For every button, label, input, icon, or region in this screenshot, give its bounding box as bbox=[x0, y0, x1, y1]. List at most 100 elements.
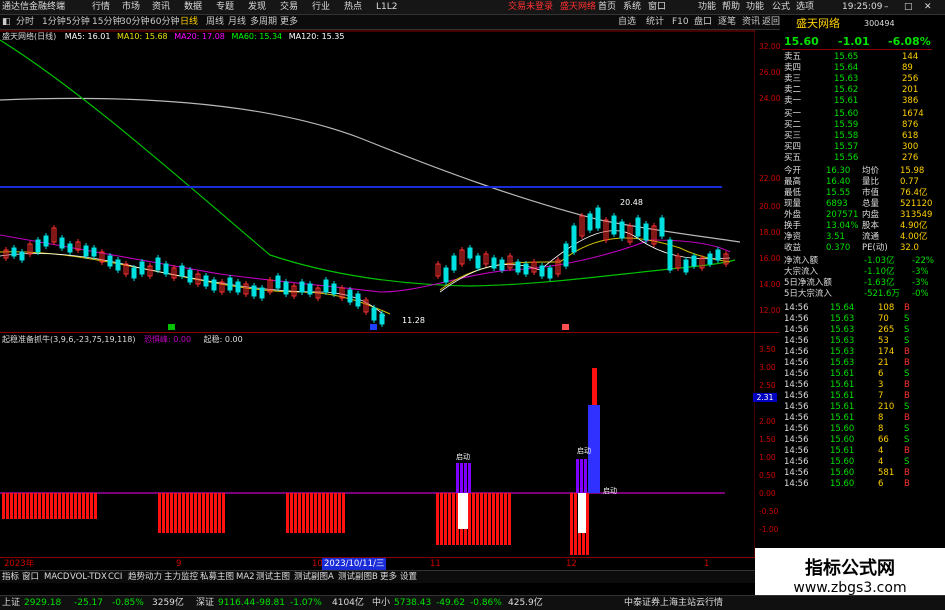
period-6-active[interactable]: 日线 bbox=[180, 16, 198, 28]
right-menu-3[interactable]: 功能 bbox=[698, 1, 716, 13]
tab-4[interactable]: CCI bbox=[108, 571, 122, 583]
broker-label[interactable]: 交易未登录 bbox=[508, 1, 553, 13]
period-3[interactable]: 15分钟 bbox=[92, 16, 121, 28]
tick-volume: 8 bbox=[878, 413, 884, 423]
bid-label: 买五 bbox=[784, 153, 802, 163]
right-menu-0[interactable]: 首页 bbox=[598, 1, 616, 13]
negative-bar bbox=[34, 493, 37, 519]
menu-item-6[interactable]: 交易 bbox=[280, 1, 298, 13]
tick-time: 14:56 bbox=[784, 380, 809, 390]
maximize-icon[interactable]: □ bbox=[904, 1, 913, 13]
menu-item-2[interactable]: 资讯 bbox=[152, 1, 170, 13]
tab-8[interactable]: MA2 bbox=[236, 571, 255, 583]
high-annotation: 20.48 bbox=[620, 198, 643, 207]
period-4[interactable]: 30分钟 bbox=[120, 16, 149, 28]
tick-row: 14:56 15.60 581 B bbox=[782, 468, 932, 479]
menu-item-4[interactable]: 专题 bbox=[216, 1, 234, 13]
toolbar-right-1[interactable]: 统计 bbox=[646, 16, 664, 28]
tab-12[interactable]: 更多 bbox=[380, 571, 397, 583]
toolbar-right-4[interactable]: 逐笔 bbox=[718, 16, 736, 28]
tab-5[interactable]: 趋势动力 bbox=[128, 571, 162, 583]
indicator-title[interactable]: 起稳准备抓牛(3,9,6,-23,75,19,118) bbox=[2, 335, 135, 344]
negative-bar bbox=[74, 493, 77, 519]
right-menu-2[interactable]: 窗口 bbox=[648, 1, 666, 13]
menu-item-3[interactable]: 数据 bbox=[184, 1, 202, 13]
menu-item-8[interactable]: 热点 bbox=[344, 1, 362, 13]
tick-price: 15.60 bbox=[830, 479, 855, 489]
candle-body bbox=[83, 245, 89, 257]
negative-bar bbox=[26, 493, 29, 519]
tab-9[interactable]: 测试主图 bbox=[256, 571, 290, 583]
tick-row: 14:56 15.60 8 S bbox=[782, 424, 932, 435]
tab-10[interactable]: 测试副图A bbox=[294, 571, 334, 583]
tab-7[interactable]: 私募主图 bbox=[200, 571, 234, 583]
index-0-label[interactable]: 上证 bbox=[2, 597, 20, 609]
price-chart[interactable]: 20.48 11.28 bbox=[0, 30, 755, 332]
tick-side: S bbox=[904, 457, 910, 467]
right-menu-4[interactable]: 帮助 bbox=[722, 1, 740, 13]
period-8[interactable]: 月线 bbox=[228, 16, 246, 28]
tab-0[interactable]: 指标 bbox=[2, 571, 19, 583]
tab-1[interactable]: 窗口 bbox=[22, 571, 39, 583]
date-tick-1: 9 bbox=[176, 559, 182, 569]
tick-time: 14:56 bbox=[784, 314, 809, 324]
toolbar-right-0[interactable]: 自选 bbox=[618, 16, 636, 28]
period-0[interactable]: 分时 bbox=[16, 16, 34, 28]
candle-body bbox=[347, 289, 353, 303]
ask-label: 卖三 bbox=[784, 74, 802, 84]
tick-row: 14:56 15.63 265 S bbox=[782, 325, 932, 336]
toolbar-right-5[interactable]: 资讯 bbox=[742, 16, 760, 28]
tab-3[interactable]: VOL-TDX bbox=[70, 571, 107, 583]
menu-item-5[interactable]: 发现 bbox=[248, 1, 266, 13]
right-menu-6[interactable]: 公式 bbox=[772, 1, 790, 13]
date-tick-6: 1 bbox=[704, 559, 710, 569]
menu-item-7[interactable]: 行业 bbox=[312, 1, 330, 13]
right-menu-7[interactable]: 选项 bbox=[796, 1, 814, 13]
tick-row: 14:56 15.63 53 S bbox=[782, 336, 932, 347]
tab-2[interactable]: MACD bbox=[44, 571, 69, 583]
candle-body bbox=[611, 215, 617, 235]
tab-6[interactable]: 主力监控 bbox=[164, 571, 198, 583]
menu-item-1[interactable]: 市场 bbox=[122, 1, 140, 13]
period-2[interactable]: 5分钟 bbox=[66, 16, 90, 28]
tag-2: 启动 bbox=[577, 446, 591, 455]
ask-volume: 386 bbox=[902, 96, 919, 106]
tick-volume: 4 bbox=[878, 457, 884, 467]
period-5[interactable]: 60分钟 bbox=[150, 16, 179, 28]
negative-bar bbox=[488, 493, 491, 545]
toolbar-right-6[interactable]: 返回 bbox=[762, 16, 780, 28]
period-9[interactable]: 多周期 bbox=[250, 16, 277, 28]
indicator-label-stable: 起稳: 0.00 bbox=[203, 335, 243, 344]
right-menu-1[interactable]: 系统 bbox=[623, 1, 641, 13]
index-2-label[interactable]: 中小 bbox=[372, 597, 390, 609]
close-icon[interactable]: ✕ bbox=[924, 1, 932, 13]
tab-11[interactable]: 测试副图B bbox=[338, 571, 378, 583]
index-1-label[interactable]: 深证 bbox=[196, 597, 214, 609]
period-1[interactable]: 1分钟 bbox=[42, 16, 66, 28]
minimize-icon[interactable]: – bbox=[884, 1, 889, 13]
tick-volume: 265 bbox=[878, 325, 895, 335]
toolbar-right-3[interactable]: 盘口 bbox=[694, 16, 712, 28]
negative-bar bbox=[210, 493, 213, 533]
stat-row: 外盘 207571 内盘 313549 bbox=[782, 210, 932, 221]
tick-price: 15.61 bbox=[830, 413, 855, 423]
price-tick-8: 12.00 bbox=[759, 306, 781, 315]
current-price: 15.60 bbox=[784, 35, 819, 48]
period-7[interactable]: 周线 bbox=[206, 16, 224, 28]
tick-side: B bbox=[904, 468, 910, 478]
menu-item-0[interactable]: 行情 bbox=[92, 1, 110, 13]
right-menu-5[interactable]: 功能 bbox=[746, 1, 764, 13]
tab-13[interactable]: 设置 bbox=[400, 571, 417, 583]
indicator-chart[interactable]: 启动 启动 启动 bbox=[0, 333, 755, 557]
negative-bar bbox=[496, 493, 499, 545]
negative-bar bbox=[222, 493, 225, 533]
negative-bar bbox=[166, 493, 169, 533]
back-icon[interactable]: ◧ bbox=[2, 16, 11, 28]
toolbar-right-2[interactable]: F10 bbox=[672, 16, 689, 28]
flow-pct: -0% bbox=[912, 289, 929, 299]
negative-bar bbox=[290, 493, 293, 533]
candle-body bbox=[499, 259, 505, 271]
negative-bar bbox=[326, 493, 329, 533]
candle-body bbox=[587, 213, 593, 231]
period-10[interactable]: 更多 bbox=[280, 16, 298, 28]
